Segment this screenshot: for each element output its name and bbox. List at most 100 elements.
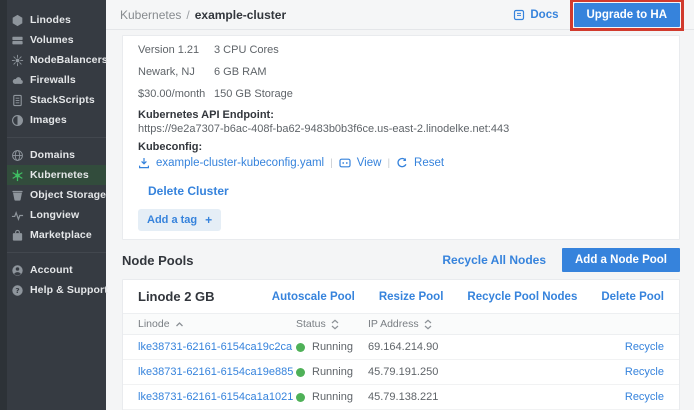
docs-icon	[513, 9, 525, 21]
sidebar-item-images[interactable]: Images	[7, 110, 106, 130]
column-header-ip-address[interactable]: IP Address	[368, 318, 508, 330]
node-link[interactable]: lke38731-62161-6154ca19e885	[138, 366, 293, 378]
kubernetes-icon	[11, 169, 24, 182]
breadcrumb-separator: /	[186, 8, 189, 22]
sidebar-nav: Linodes Volumes NodeBalancers Firewalls Stac…	[7, 10, 106, 300]
node-pool-card: Linode 2 GB Autoscale PoolResize PoolRec…	[122, 279, 680, 410]
ip-address: 69.164.214.90	[368, 341, 508, 353]
status-label: Running	[312, 391, 353, 403]
sort-both-icon	[424, 319, 432, 330]
sidebar-group: Linodes Volumes NodeBalancers Firewalls Stac…	[7, 10, 106, 130]
view-link[interactable]: View	[357, 157, 382, 169]
sidebar-item-linodes[interactable]: Linodes	[7, 10, 106, 30]
header-actions: Docs Upgrade to HA	[513, 3, 680, 27]
plus-icon: +	[205, 213, 212, 227]
cluster-summary-card: Version 1.21 3 CPU Cores Newark, NJ 6 GB RA…	[122, 35, 680, 240]
recycle-link[interactable]: Recycle	[625, 341, 664, 353]
sidebar-item-account[interactable]: Account	[7, 260, 106, 280]
sidebar-item-firewalls[interactable]: Firewalls	[7, 70, 106, 90]
sidebar-item-label: Images	[30, 114, 67, 126]
app-window: Linodes Volumes NodeBalancers Firewalls Stac…	[0, 0, 694, 410]
docs-link[interactable]: Docs	[513, 9, 558, 21]
delete-pool-link[interactable]: Delete Pool	[601, 291, 664, 303]
sidebar: Linodes Volumes NodeBalancers Firewalls Stac…	[0, 0, 106, 410]
spec-right: 6 GB RAM	[214, 66, 664, 79]
add-node-pool-button[interactable]: Add a Node Pool	[562, 248, 680, 272]
delete-cluster-link[interactable]: Delete Cluster	[148, 184, 229, 198]
download-icon	[138, 157, 150, 169]
content: Version 1.21 3 CPU Cores Newark, NJ 6 GB RA…	[106, 30, 694, 410]
docs-label: Docs	[530, 9, 558, 21]
stackscripts-icon	[11, 94, 24, 107]
sidebar-item-label: NodeBalancers	[30, 54, 108, 66]
add-tag-label: Add a tag	[147, 214, 197, 226]
column-header-linode[interactable]: Linode	[123, 318, 296, 330]
status-label: Running	[312, 366, 353, 378]
sidebar-item-help-support[interactable]: ? Help & Support	[7, 280, 106, 300]
column-label: Status	[296, 318, 326, 330]
breadcrumb: Kubernetes / example-cluster	[120, 8, 286, 22]
node-pools-actions: Recycle All Nodes Add a Node Pool	[442, 248, 680, 272]
firewalls-icon	[11, 74, 24, 87]
sort-asc-icon	[175, 321, 184, 328]
spec-left: Version 1.21	[138, 44, 202, 57]
pool-header: Linode 2 GB Autoscale PoolResize PoolRec…	[123, 280, 679, 313]
status-running-dot	[296, 368, 305, 377]
kubeconfig-file-link[interactable]: example-cluster-kubeconfig.yaml	[156, 157, 324, 169]
volumes-icon	[11, 34, 24, 47]
view-icon	[339, 157, 351, 169]
pool-actions: Autoscale Pool Resize Pool Recycle Pool No…	[272, 291, 664, 303]
recycle-link[interactable]: Recycle	[625, 366, 664, 378]
sidebar-item-volumes[interactable]: Volumes	[7, 30, 106, 50]
breadcrumb-section[interactable]: Kubernetes	[120, 8, 181, 22]
reset-link[interactable]: Reset	[414, 157, 444, 169]
ip-address: 45.79.138.221	[368, 391, 508, 403]
account-icon	[11, 264, 24, 277]
sidebar-item-label: Linodes	[30, 14, 71, 26]
ip-address: 45.79.191.250	[368, 366, 508, 378]
sidebar-item-stackscripts[interactable]: StackScripts	[7, 90, 106, 110]
sidebar-item-longview[interactable]: Longview	[7, 205, 106, 225]
table-row: lke38731-62161-6154ca1a1021 Running 45.79.…	[123, 385, 679, 410]
sidebar-item-kubernetes[interactable]: Kubernetes	[7, 165, 106, 185]
sidebar-group: Account? Help & Support	[7, 252, 106, 300]
sidebar-item-label: Longview	[30, 209, 79, 221]
spec-right: 150 GB Storage	[214, 88, 664, 101]
sidebar-item-label: Kubernetes	[30, 169, 89, 181]
marketplace-icon	[11, 229, 24, 242]
resize-pool-link[interactable]: Resize Pool	[379, 291, 444, 303]
page-header: Kubernetes / example-cluster Docs Upgrad…	[106, 0, 694, 30]
api-endpoint-label: Kubernetes API Endpoint:	[138, 109, 664, 122]
column-header-status[interactable]: Status	[296, 318, 368, 330]
sidebar-item-label: Firewalls	[30, 74, 76, 86]
upgrade-to-ha-button[interactable]: Upgrade to HA	[574, 3, 681, 27]
divider: |	[330, 158, 333, 169]
node-pools-bar: Node Pools Recycle All Nodes Add a Node …	[122, 246, 680, 274]
reset-icon	[396, 157, 408, 169]
table-row: lke38731-62161-6154ca19c2ca Running 69.164…	[123, 335, 679, 360]
pool-table-body: lke38731-62161-6154ca19c2ca Running 69.164…	[123, 335, 679, 410]
divider: |	[387, 158, 390, 169]
sidebar-item-label: Help & Support	[30, 284, 108, 296]
sidebar-item-label: Object Storage	[30, 189, 106, 201]
sort-both-icon	[331, 319, 339, 330]
spec-right: 3 CPU Cores	[214, 44, 664, 57]
spec-left: Newark, NJ	[138, 66, 202, 79]
linodes-icon	[11, 14, 24, 27]
sidebar-group: Domains Kubernetes Object Storage Longview M…	[7, 137, 106, 245]
recycle-all-nodes-link[interactable]: Recycle All Nodes	[442, 253, 546, 267]
spec-left: $30.00/month	[138, 88, 202, 101]
node-link[interactable]: lke38731-62161-6154ca1a1021	[138, 391, 293, 403]
sidebar-item-marketplace[interactable]: Marketplace	[7, 225, 106, 245]
sidebar-item-nodebalancers[interactable]: NodeBalancers	[7, 50, 106, 70]
help-icon: ?	[11, 284, 24, 297]
pool-table-header: Linode Status IP Address	[123, 313, 679, 335]
add-tag-button[interactable]: Add a tag +	[138, 209, 221, 231]
autoscale-pool-link[interactable]: Autoscale Pool	[272, 291, 355, 303]
recycle-link[interactable]: Recycle	[625, 391, 664, 403]
status-label: Running	[312, 341, 353, 353]
recycle-pool-nodes-link[interactable]: Recycle Pool Nodes	[467, 291, 577, 303]
node-link[interactable]: lke38731-62161-6154ca19c2ca	[138, 341, 292, 353]
sidebar-item-object-storage[interactable]: Object Storage	[7, 185, 106, 205]
sidebar-item-domains[interactable]: Domains	[7, 145, 106, 165]
